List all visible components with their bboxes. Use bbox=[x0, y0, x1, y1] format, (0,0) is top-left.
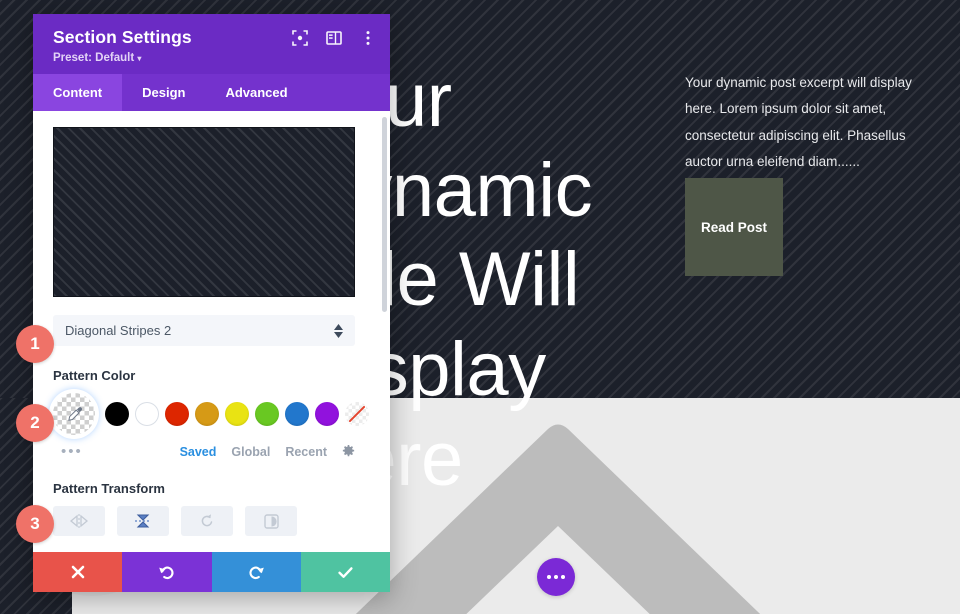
preset-selector[interactable]: Preset: Default ▾ bbox=[53, 52, 374, 64]
pattern-style-value: Diagonal Stripes 2 bbox=[65, 323, 172, 338]
tab-content[interactable]: Content bbox=[33, 74, 123, 111]
modal-header: Section Settings Preset: Default ▾ bbox=[33, 14, 390, 74]
pattern-style-select[interactable]: Diagonal Stripes 2 bbox=[53, 315, 355, 346]
focus-target-icon[interactable] bbox=[292, 30, 308, 46]
redo-icon bbox=[249, 566, 264, 580]
checkmark-icon bbox=[338, 566, 353, 578]
swatch-none[interactable] bbox=[345, 402, 369, 426]
step-badge-3: 3 bbox=[16, 505, 54, 543]
eyedropper-icon bbox=[67, 406, 82, 421]
rotate-button[interactable] bbox=[181, 506, 233, 536]
pattern-preview[interactable] bbox=[53, 127, 355, 297]
more-vertical-icon[interactable] bbox=[360, 30, 376, 46]
swatch-red[interactable] bbox=[165, 402, 189, 426]
floating-more-button[interactable] bbox=[537, 558, 575, 596]
swatch-yellow[interactable] bbox=[225, 402, 249, 426]
ellipsis-dot bbox=[554, 575, 558, 579]
swatch-blue[interactable] bbox=[285, 402, 309, 426]
pattern-color-swatches bbox=[53, 393, 370, 435]
modal-body: Diagonal Stripes 2 Pattern Color ••• Sav… bbox=[33, 111, 390, 552]
layout-panel-icon[interactable] bbox=[326, 30, 342, 46]
undo-button[interactable] bbox=[122, 552, 212, 592]
swatch-purple[interactable] bbox=[315, 402, 339, 426]
color-source-tabs: Saved Global Recent bbox=[180, 445, 355, 459]
swatch-orange[interactable] bbox=[195, 402, 219, 426]
swatch-green[interactable] bbox=[255, 402, 279, 426]
close-icon bbox=[71, 565, 84, 579]
pattern-transform-buttons bbox=[53, 506, 370, 536]
tab-advanced[interactable]: Advanced bbox=[205, 74, 307, 111]
flip-vertical-icon bbox=[135, 514, 151, 528]
tab-recent[interactable]: Recent bbox=[285, 445, 327, 459]
more-colors-button[interactable]: ••• bbox=[61, 444, 83, 459]
flip-vertical-button[interactable] bbox=[117, 506, 169, 536]
screen: Your Dynamic Title Will Display Here You… bbox=[0, 0, 960, 614]
eyedropper-swatch[interactable] bbox=[53, 393, 95, 435]
preset-label: Preset: Default bbox=[53, 52, 135, 64]
flip-horizontal-button[interactable] bbox=[53, 506, 105, 536]
redo-button[interactable] bbox=[211, 552, 301, 592]
swatch-white[interactable] bbox=[135, 402, 159, 426]
tab-saved[interactable]: Saved bbox=[180, 445, 217, 459]
modal-scrollbar-thumb[interactable] bbox=[382, 117, 387, 312]
rotate-icon bbox=[201, 514, 212, 527]
ellipsis-dot bbox=[561, 575, 566, 579]
pattern-color-meta: ••• Saved Global Recent bbox=[53, 444, 355, 459]
swatch-black[interactable] bbox=[105, 402, 129, 426]
ellipsis-dot bbox=[546, 575, 551, 579]
modal-header-icons bbox=[292, 30, 376, 46]
read-post-button[interactable]: Read Post bbox=[685, 178, 783, 276]
invert-button[interactable] bbox=[245, 506, 297, 536]
gear-icon[interactable] bbox=[342, 445, 355, 458]
hero-excerpt: Your dynamic post excerpt will display h… bbox=[685, 75, 912, 169]
cancel-button[interactable] bbox=[33, 552, 123, 592]
undo-icon bbox=[159, 566, 174, 580]
pattern-color-label: Pattern Color bbox=[53, 368, 136, 383]
save-button[interactable] bbox=[300, 552, 390, 592]
modal-tabs: Content Design Advanced bbox=[33, 74, 390, 111]
flip-horizontal-icon bbox=[69, 514, 89, 528]
chevron-down-icon: ▾ bbox=[137, 54, 142, 63]
pattern-transform-label: Pattern Transform bbox=[53, 481, 165, 496]
tab-global[interactable]: Global bbox=[231, 445, 270, 459]
section-settings-modal: Section Settings Preset: Default ▾ Conte… bbox=[33, 14, 390, 592]
step-badge-1: 1 bbox=[16, 325, 54, 363]
stepper-arrows-icon bbox=[334, 323, 343, 338]
invert-icon bbox=[263, 513, 279, 529]
modal-footer bbox=[33, 552, 390, 592]
step-badge-2: 2 bbox=[16, 404, 54, 442]
tab-design[interactable]: Design bbox=[122, 74, 205, 111]
